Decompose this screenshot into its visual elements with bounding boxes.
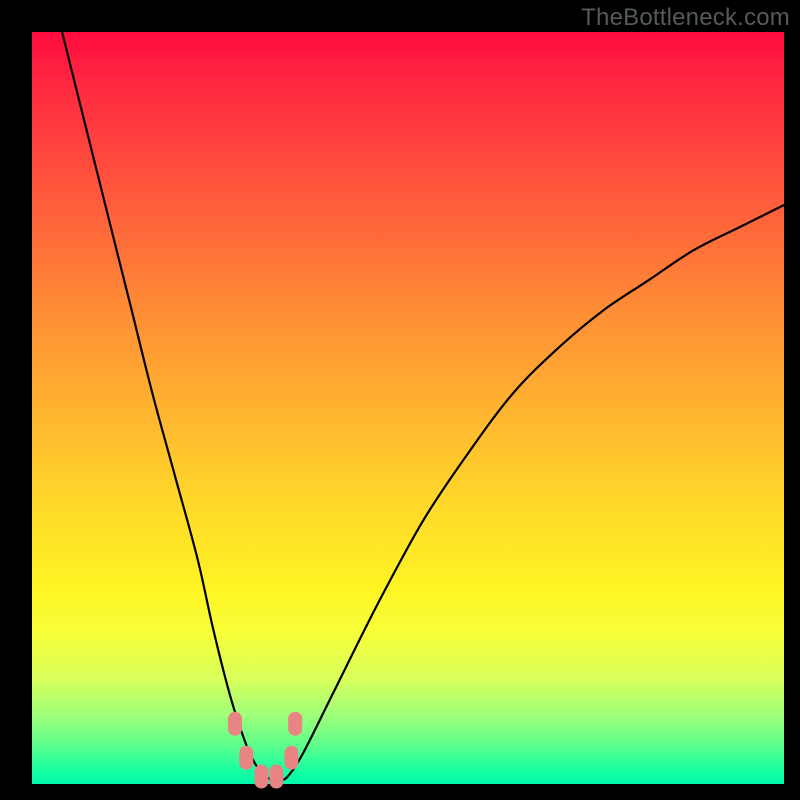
- curve-marker: [228, 712, 242, 736]
- curve-marker: [288, 712, 302, 736]
- chart-frame: TheBottleneck.com: [0, 0, 800, 800]
- curve-marker: [239, 746, 253, 770]
- curve-svg: [32, 32, 784, 784]
- bottleneck-curve: [62, 32, 784, 781]
- plot-area: [32, 32, 784, 784]
- watermark-text: TheBottleneck.com: [581, 4, 790, 32]
- curve-marker: [284, 746, 298, 770]
- curve-marker: [269, 765, 283, 789]
- markers-group: [228, 712, 302, 789]
- curve-marker: [254, 765, 268, 789]
